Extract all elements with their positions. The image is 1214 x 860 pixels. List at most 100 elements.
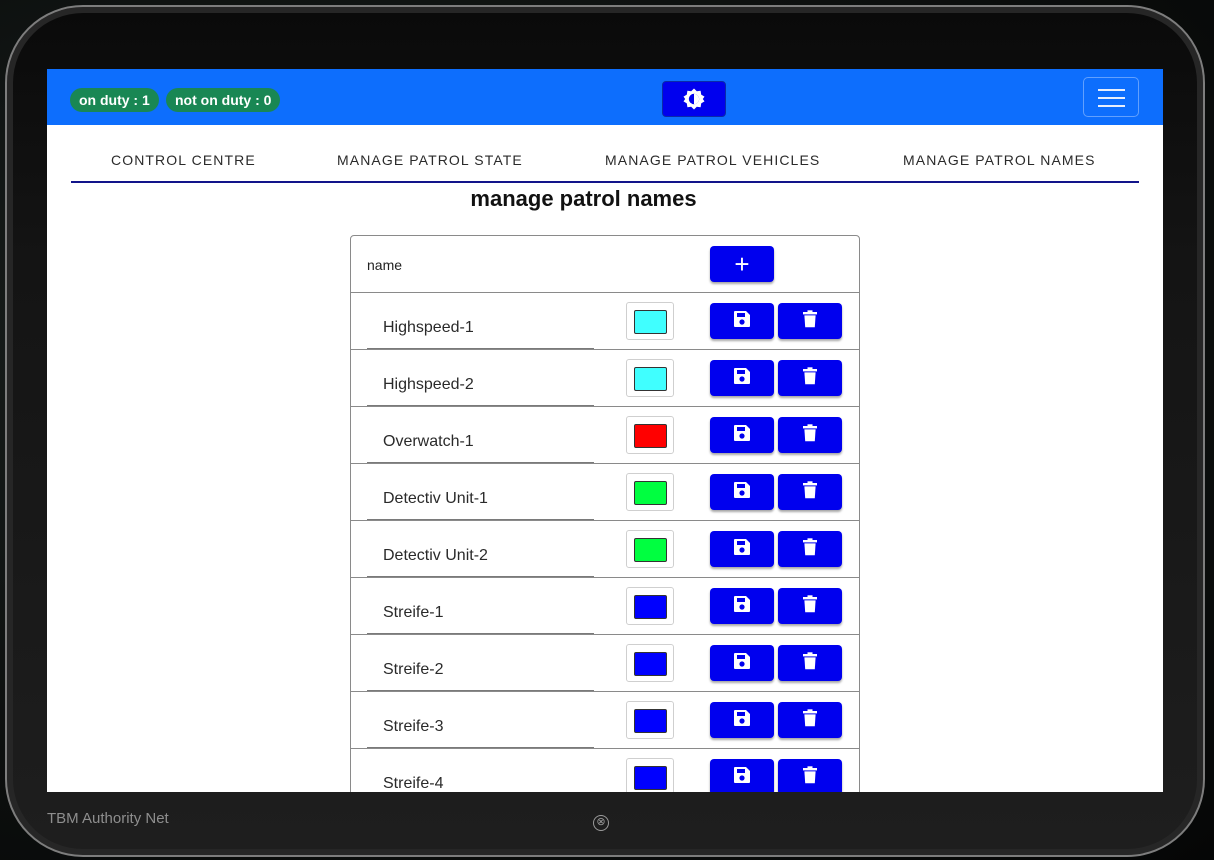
patrol-name-input[interactable]: Streife-2: [383, 661, 443, 679]
input-underline: [367, 348, 594, 349]
delete-button[interactable]: [778, 702, 842, 738]
color-picker[interactable]: [626, 302, 674, 340]
color-swatch: [634, 538, 667, 562]
input-underline: [367, 462, 594, 463]
trash-icon: [802, 537, 818, 561]
tab-manage-patrol-vehicles[interactable]: MANAGE PATROL VEHICLES: [605, 152, 820, 168]
patrol-name-input[interactable]: Highspeed-2: [383, 376, 474, 394]
color-picker[interactable]: [626, 758, 674, 792]
floppy-disk-icon: [733, 766, 751, 789]
color-picker[interactable]: [626, 701, 674, 739]
color-swatch: [634, 709, 667, 733]
delete-button[interactable]: [778, 645, 842, 681]
patrol-name-input[interactable]: Streife-1: [383, 604, 443, 622]
tab-manage-patrol-names[interactable]: MANAGE PATROL NAMES: [903, 152, 1096, 168]
delete-button[interactable]: [778, 531, 842, 567]
color-swatch: [634, 310, 667, 334]
trash-icon: [802, 423, 818, 447]
table-row: Streife-3: [351, 692, 859, 749]
delete-button[interactable]: [778, 759, 842, 792]
menu-toggle-button[interactable]: [1083, 77, 1139, 117]
floppy-disk-icon: [733, 481, 751, 504]
color-swatch: [634, 652, 667, 676]
tab-control-centre[interactable]: CONTROL CENTRE: [111, 152, 256, 168]
delete-button[interactable]: [778, 303, 842, 339]
tab-bar: CONTROL CENTRE MANAGE PATROL STATE MANAG…: [71, 125, 1139, 183]
save-button[interactable]: [710, 588, 774, 624]
not-on-duty-badge: not on duty : 0: [166, 88, 281, 112]
input-underline: [367, 576, 594, 577]
save-button[interactable]: [710, 360, 774, 396]
color-picker[interactable]: [626, 359, 674, 397]
floppy-disk-icon: [733, 367, 751, 390]
table-row: Detectiv Unit-2: [351, 521, 859, 578]
delete-button[interactable]: [778, 360, 842, 396]
patrol-name-input[interactable]: Detectiv Unit-1: [383, 490, 488, 508]
footer-brand: TBM Authority Net: [47, 810, 169, 827]
floppy-disk-icon: [733, 538, 751, 561]
on-duty-badge: on duty : 1: [70, 88, 159, 112]
app-screen: on duty : 1 not on duty : 0 CONTROL CENT…: [47, 69, 1163, 792]
save-button[interactable]: [710, 531, 774, 567]
patrol-name-input[interactable]: Highspeed-1: [383, 319, 474, 337]
floppy-disk-icon: [733, 310, 751, 333]
delete-button[interactable]: [778, 417, 842, 453]
save-button[interactable]: [710, 417, 774, 453]
table-row: Highspeed-2: [351, 350, 859, 407]
input-underline: [367, 633, 594, 634]
patrol-name-input[interactable]: Detectiv Unit-2: [383, 547, 488, 565]
save-button[interactable]: [710, 702, 774, 738]
color-picker[interactable]: [626, 530, 674, 568]
save-button[interactable]: [710, 303, 774, 339]
navbar: on duty : 1 not on duty : 0: [47, 69, 1163, 125]
color-picker[interactable]: [626, 473, 674, 511]
delete-button[interactable]: [778, 474, 842, 510]
floppy-disk-icon: [733, 709, 751, 732]
table-row: Streife-4: [351, 749, 859, 792]
theme-toggle-button[interactable]: [662, 81, 726, 117]
patrol-name-input[interactable]: Overwatch-1: [383, 433, 474, 451]
patrol-name-input[interactable]: Streife-4: [383, 775, 443, 792]
patrol-name-input[interactable]: Streife-3: [383, 718, 443, 736]
trash-icon: [802, 480, 818, 504]
floppy-disk-icon: [733, 424, 751, 447]
table-header: name +: [351, 236, 859, 293]
color-swatch: [634, 424, 667, 448]
brightness-icon: [683, 88, 705, 110]
table-row: Streife-1: [351, 578, 859, 635]
input-underline: [367, 519, 594, 520]
save-button[interactable]: [710, 474, 774, 510]
color-picker[interactable]: [626, 416, 674, 454]
trash-icon: [802, 708, 818, 732]
color-swatch: [634, 595, 667, 619]
save-button[interactable]: [710, 645, 774, 681]
color-swatch: [634, 766, 667, 790]
input-underline: [367, 747, 594, 748]
input-underline: [367, 405, 594, 406]
color-picker[interactable]: [626, 644, 674, 682]
trash-icon: [802, 366, 818, 390]
color-swatch: [634, 367, 667, 391]
hamburger-line: [1098, 97, 1125, 99]
plus-icon: +: [734, 249, 750, 279]
table-row: Overwatch-1: [351, 407, 859, 464]
color-picker[interactable]: [626, 587, 674, 625]
close-circle-icon[interactable]: ⊗: [593, 815, 609, 831]
trash-icon: [802, 765, 818, 789]
tab-manage-patrol-state[interactable]: MANAGE PATROL STATE: [337, 152, 523, 168]
add-patrol-name-button[interactable]: +: [710, 246, 774, 282]
page-title: manage patrol names: [470, 186, 697, 211]
table-row: Highspeed-1: [351, 293, 859, 350]
delete-button[interactable]: [778, 588, 842, 624]
save-button[interactable]: [710, 759, 774, 792]
patrol-names-table: name + Highspeed-1 Highspeed-2 Overwatch-1…: [350, 235, 860, 792]
input-underline: [367, 690, 594, 691]
floppy-disk-icon: [733, 652, 751, 675]
hamburger-icon: [1098, 89, 1125, 91]
color-swatch: [634, 481, 667, 505]
name-column-header: name: [367, 257, 403, 273]
floppy-disk-icon: [733, 595, 751, 618]
table-row: Detectiv Unit-1: [351, 464, 859, 521]
trash-icon: [802, 309, 818, 333]
trash-icon: [802, 651, 818, 675]
